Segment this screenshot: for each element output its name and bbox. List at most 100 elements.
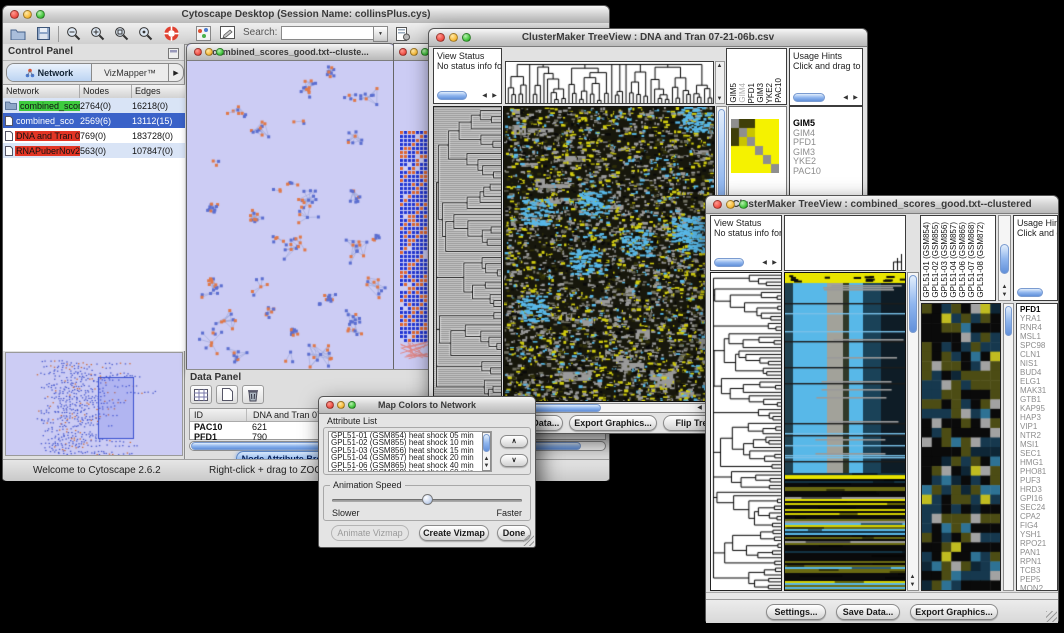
zoom-button[interactable] [348,401,356,409]
hints-scrollbar[interactable] [793,93,825,102]
minimize-button[interactable] [337,401,345,409]
network-table-row[interactable]: DNA and Tran 07 769(0) 183728(0) [3,128,185,143]
scroll-left-icon[interactable]: ◀ [480,93,489,99]
export-graphics-button[interactable]: Export Graphics... [910,604,998,620]
gene-label[interactable]: NTR2 [1020,431,1057,440]
save-data-button[interactable]: Save Data... [836,604,900,620]
gene-label[interactable]: PAN1 [1020,548,1057,557]
zoom-button[interactable] [216,48,224,56]
export-graphics-button[interactable]: Export Graphics... [569,415,657,431]
row-dendrogram-panel[interactable] [710,272,782,591]
zoom-button[interactable] [462,33,471,42]
column-label[interactable]: GPL51-08 (GSM872) [977,222,986,298]
gene-label[interactable]: HMG1 [1020,458,1057,467]
gene-label[interactable]: RPO21 [1020,539,1057,548]
column-label[interactable]: PFD1 [748,83,756,103]
gene-label[interactable]: TCB3 [1020,566,1057,575]
tab-overflow-icon[interactable]: ▶ [169,64,183,81]
dialog-titlebar[interactable]: Map Colors to Network [319,397,535,414]
scroll-right-icon[interactable]: ▶ [490,93,499,99]
close-button[interactable] [326,401,334,409]
gene-label[interactable]: BUD4 [1020,368,1057,377]
heatmap-zoom-panel[interactable] [921,303,1001,591]
settings-button[interactable]: Settings... [766,604,826,620]
treeview-combined-titlebar[interactable]: ClusterMaker TreeView : combined_scores_… [706,196,1058,214]
gene-label[interactable]: HRD3 [1020,485,1057,494]
gene-label[interactable]: SPC98 [1020,341,1057,350]
zoom-in-icon[interactable] [87,25,107,42]
animation-speed-slider[interactable] [332,499,522,502]
search-input[interactable] [281,26,375,40]
gene-label[interactable]: YSH1 [1020,530,1057,539]
network-view-titlebar[interactable]: combined_scores_good.txt--cluste... [187,44,394,61]
gene-label[interactable]: FIG4 [1020,521,1057,530]
resize-grip[interactable] [1046,611,1057,622]
network-table-row[interactable]: combined_scores_ 2764(0) 16218(0) [3,98,185,113]
zoom-vscrollbar[interactable] [1003,303,1014,591]
column-dendrogram-panel[interactable] [505,61,714,104]
tab-network[interactable]: Network [7,64,92,81]
gene-label[interactable]: ELG1 [1020,377,1057,386]
float-panel-icon[interactable] [168,46,179,64]
search-dropdown-icon[interactable]: ▼ [373,26,388,42]
gene-label[interactable]: VIP1 [1020,422,1057,431]
gene-label[interactable]: YRA1 [1020,314,1057,323]
column-label[interactable]: GIM4 [739,83,747,103]
gene-label[interactable]: KAP95 [1020,404,1057,413]
column-scroll-strip[interactable]: ▲ ▼ [715,61,725,104]
hints-scrollbar[interactable] [1017,288,1043,297]
zoom-button[interactable] [36,10,45,19]
attribute-item[interactable]: GPL51-07 (GSM868) heat shock 60 min [329,469,491,472]
zoom-out-icon[interactable] [63,25,83,42]
gene-label[interactable]: PAC10 [793,167,862,177]
zoom-fit-icon[interactable] [111,25,131,42]
gene-label[interactable]: GPI16 [1020,494,1057,503]
help-lifering-icon[interactable] [161,25,181,42]
gene-label[interactable]: MAK31 [1020,386,1057,395]
gene-label[interactable]: PEP5 [1020,575,1057,584]
tab-vizmapper[interactable]: VizMapper™ [92,64,169,81]
status-scrollbar[interactable] [437,91,467,100]
close-button[interactable] [10,10,19,19]
delete-attribute-icon[interactable] [242,385,264,404]
minimize-button[interactable] [205,48,213,56]
minimize-button[interactable] [410,48,418,56]
minimize-button[interactable] [726,200,735,209]
column-label[interactable]: PAC10 [775,78,783,103]
heatmap-global-panel[interactable] [503,106,715,402]
heatmap-vscrollbar[interactable]: ▲ ▼ [907,272,919,591]
close-button[interactable] [399,48,407,56]
gene-label[interactable]: PHO81 [1020,467,1057,476]
resize-grip[interactable] [523,535,534,546]
column-dendrogram-panel[interactable] [784,215,906,271]
minimize-button[interactable] [23,10,32,19]
zoom-button[interactable] [739,200,748,209]
dialog-button[interactable]: Animate Vizmap [331,525,409,541]
columns-vscrollbar[interactable]: ▲ ▼ [998,215,1011,301]
status-scrollbar[interactable] [714,258,744,267]
close-button[interactable] [713,200,722,209]
save-icon[interactable] [33,25,53,42]
move-up-button[interactable]: ∧ [500,435,528,448]
attribute-table-icon[interactable] [190,385,212,404]
close-button[interactable] [436,33,445,42]
gene-label[interactable]: RPN1 [1020,557,1057,566]
treeview-dna-titlebar[interactable]: ClusterMaker TreeView : DNA and Tran 07-… [429,29,867,47]
minimize-button[interactable] [449,33,458,42]
move-down-button[interactable]: ∨ [500,454,528,467]
slider-thumb[interactable] [422,494,433,505]
heatmap-global-panel[interactable] [784,272,906,591]
main-title-bar[interactable]: Cytoscape Desktop (Session Name: collins… [3,6,609,24]
zoom-selected-icon[interactable] [135,25,155,42]
gene-label[interactable]: SEC24 [1020,503,1057,512]
vizmap-nodes-icon[interactable] [193,25,213,42]
gene-label[interactable]: MON2 [1020,584,1057,591]
row-dendrogram-panel[interactable] [433,106,502,402]
gene-label[interactable]: NIS1 [1020,359,1057,368]
gene-label[interactable]: CPA2 [1020,512,1057,521]
gene-label[interactable]: SEC1 [1020,449,1057,458]
new-attribute-icon[interactable] [216,385,238,404]
annotation-icon[interactable] [217,25,237,42]
column-label[interactable]: GIM5 [730,83,738,103]
gene-label[interactable]: PUF3 [1020,476,1057,485]
